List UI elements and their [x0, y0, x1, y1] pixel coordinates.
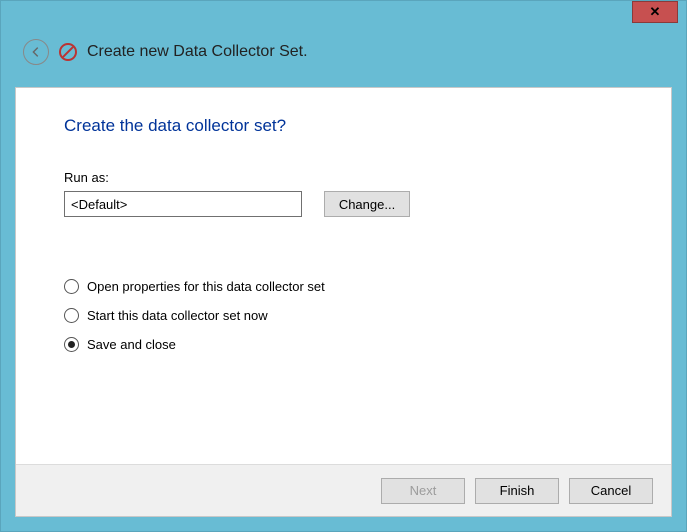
radio-option-open-properties[interactable]: Open properties for this data collector …	[64, 279, 623, 294]
finish-button[interactable]: Finish	[475, 478, 559, 504]
page-heading: Create the data collector set?	[64, 116, 623, 136]
footer: Next Finish Cancel	[16, 464, 671, 516]
radio-option-save-close[interactable]: Save and close	[64, 337, 623, 352]
perfmon-icon	[59, 43, 77, 61]
runas-row: Change...	[64, 191, 623, 217]
runas-input[interactable]	[64, 191, 302, 217]
radio-icon	[64, 279, 79, 294]
back-arrow-icon	[29, 45, 43, 59]
radio-label: Open properties for this data collector …	[87, 279, 325, 294]
radio-label: Start this data collector set now	[87, 308, 268, 323]
cancel-button[interactable]: Cancel	[569, 478, 653, 504]
titlebar: ✕	[1, 1, 686, 25]
runas-label: Run as:	[64, 170, 623, 185]
close-icon: ✕	[650, 4, 661, 20]
radio-icon	[64, 337, 79, 352]
back-button[interactable]	[23, 39, 49, 65]
wizard-window: ✕ Create new Data Collector Set. Create …	[0, 0, 687, 532]
content-panel: Create the data collector set? Run as: C…	[15, 87, 672, 517]
radio-label: Save and close	[87, 337, 176, 352]
header: Create new Data Collector Set.	[1, 25, 686, 85]
content-inner: Create the data collector set? Run as: C…	[16, 88, 671, 394]
next-button[interactable]: Next	[381, 478, 465, 504]
radio-icon	[64, 308, 79, 323]
window-title: Create new Data Collector Set.	[87, 43, 308, 61]
change-button[interactable]: Change...	[324, 191, 410, 217]
close-button[interactable]: ✕	[632, 1, 678, 23]
radio-option-start-now[interactable]: Start this data collector set now	[64, 308, 623, 323]
